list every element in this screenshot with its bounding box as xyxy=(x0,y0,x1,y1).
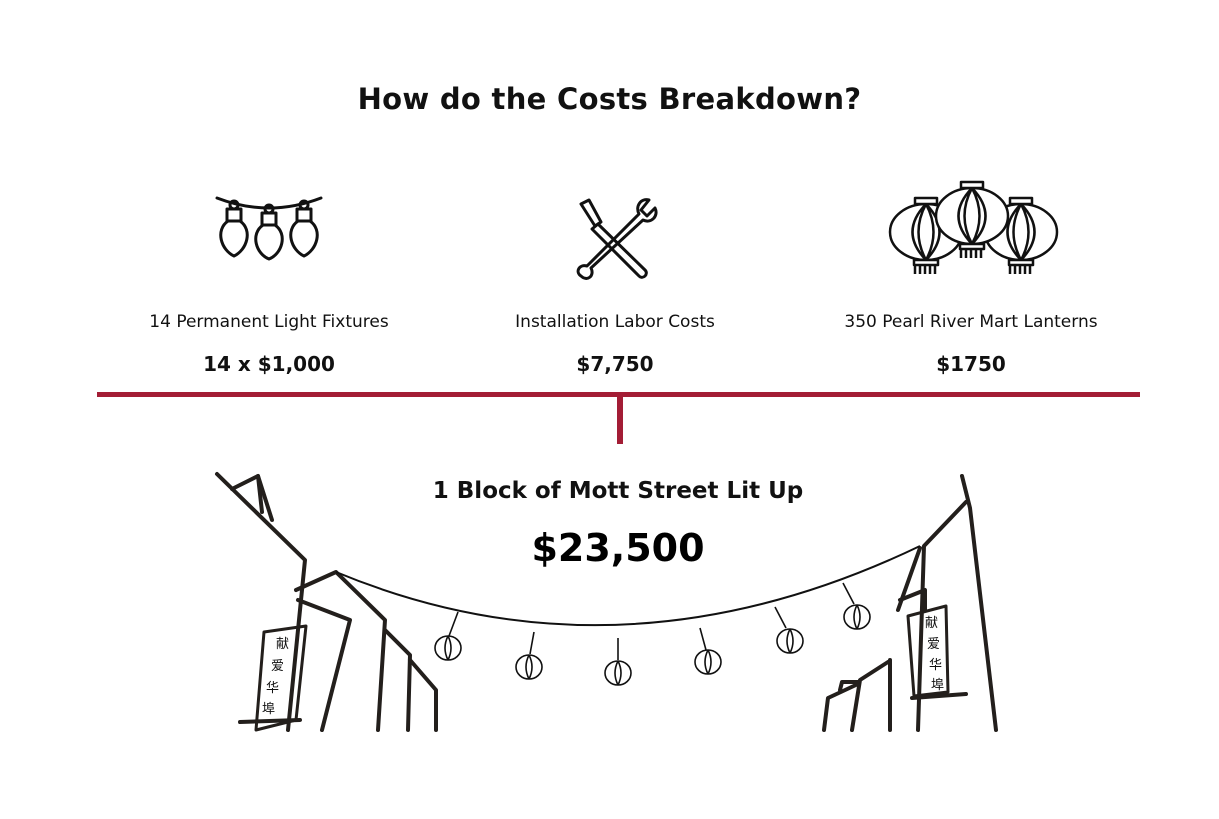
string-lights-icon xyxy=(215,196,323,261)
total-label: 1 Block of Mott Street Lit Up xyxy=(432,478,804,504)
cost-item-light-fixtures: 14 Permanent Light Fixtures 14 x $1,000 xyxy=(109,192,429,382)
sign-left-char: 华 xyxy=(266,681,279,696)
sign-right-char: 爱 xyxy=(927,637,940,652)
sign-right-char: 献 xyxy=(925,616,938,631)
sign-left-char: 献 xyxy=(276,637,289,652)
sign-left-char: 爱 xyxy=(271,659,284,674)
cost-item-lanterns: 350 Pearl River Mart Lanterns $1750 xyxy=(811,180,1131,382)
sign-left-char: 埠 xyxy=(262,702,275,717)
connector-line xyxy=(617,396,623,444)
wrench-screwdriver-icon xyxy=(576,198,658,280)
item-value: 14 x $1,000 xyxy=(203,352,335,376)
item-label: 350 Pearl River Mart Lanterns xyxy=(844,312,1098,332)
sign-right-char: 埠 xyxy=(931,678,944,693)
total-value: $23,500 xyxy=(531,526,705,570)
sign-right-char: 华 xyxy=(929,658,942,673)
item-value: $1750 xyxy=(936,352,1006,376)
cost-item-labor: Installation Labor Costs $7,750 xyxy=(455,192,775,382)
item-label: 14 Permanent Light Fixtures xyxy=(149,312,389,332)
item-label: Installation Labor Costs xyxy=(515,312,715,332)
item-value: $7,750 xyxy=(576,352,654,376)
lanterns-icon xyxy=(888,180,1059,274)
page-title: How do the Costs Breakdown? xyxy=(357,82,862,116)
